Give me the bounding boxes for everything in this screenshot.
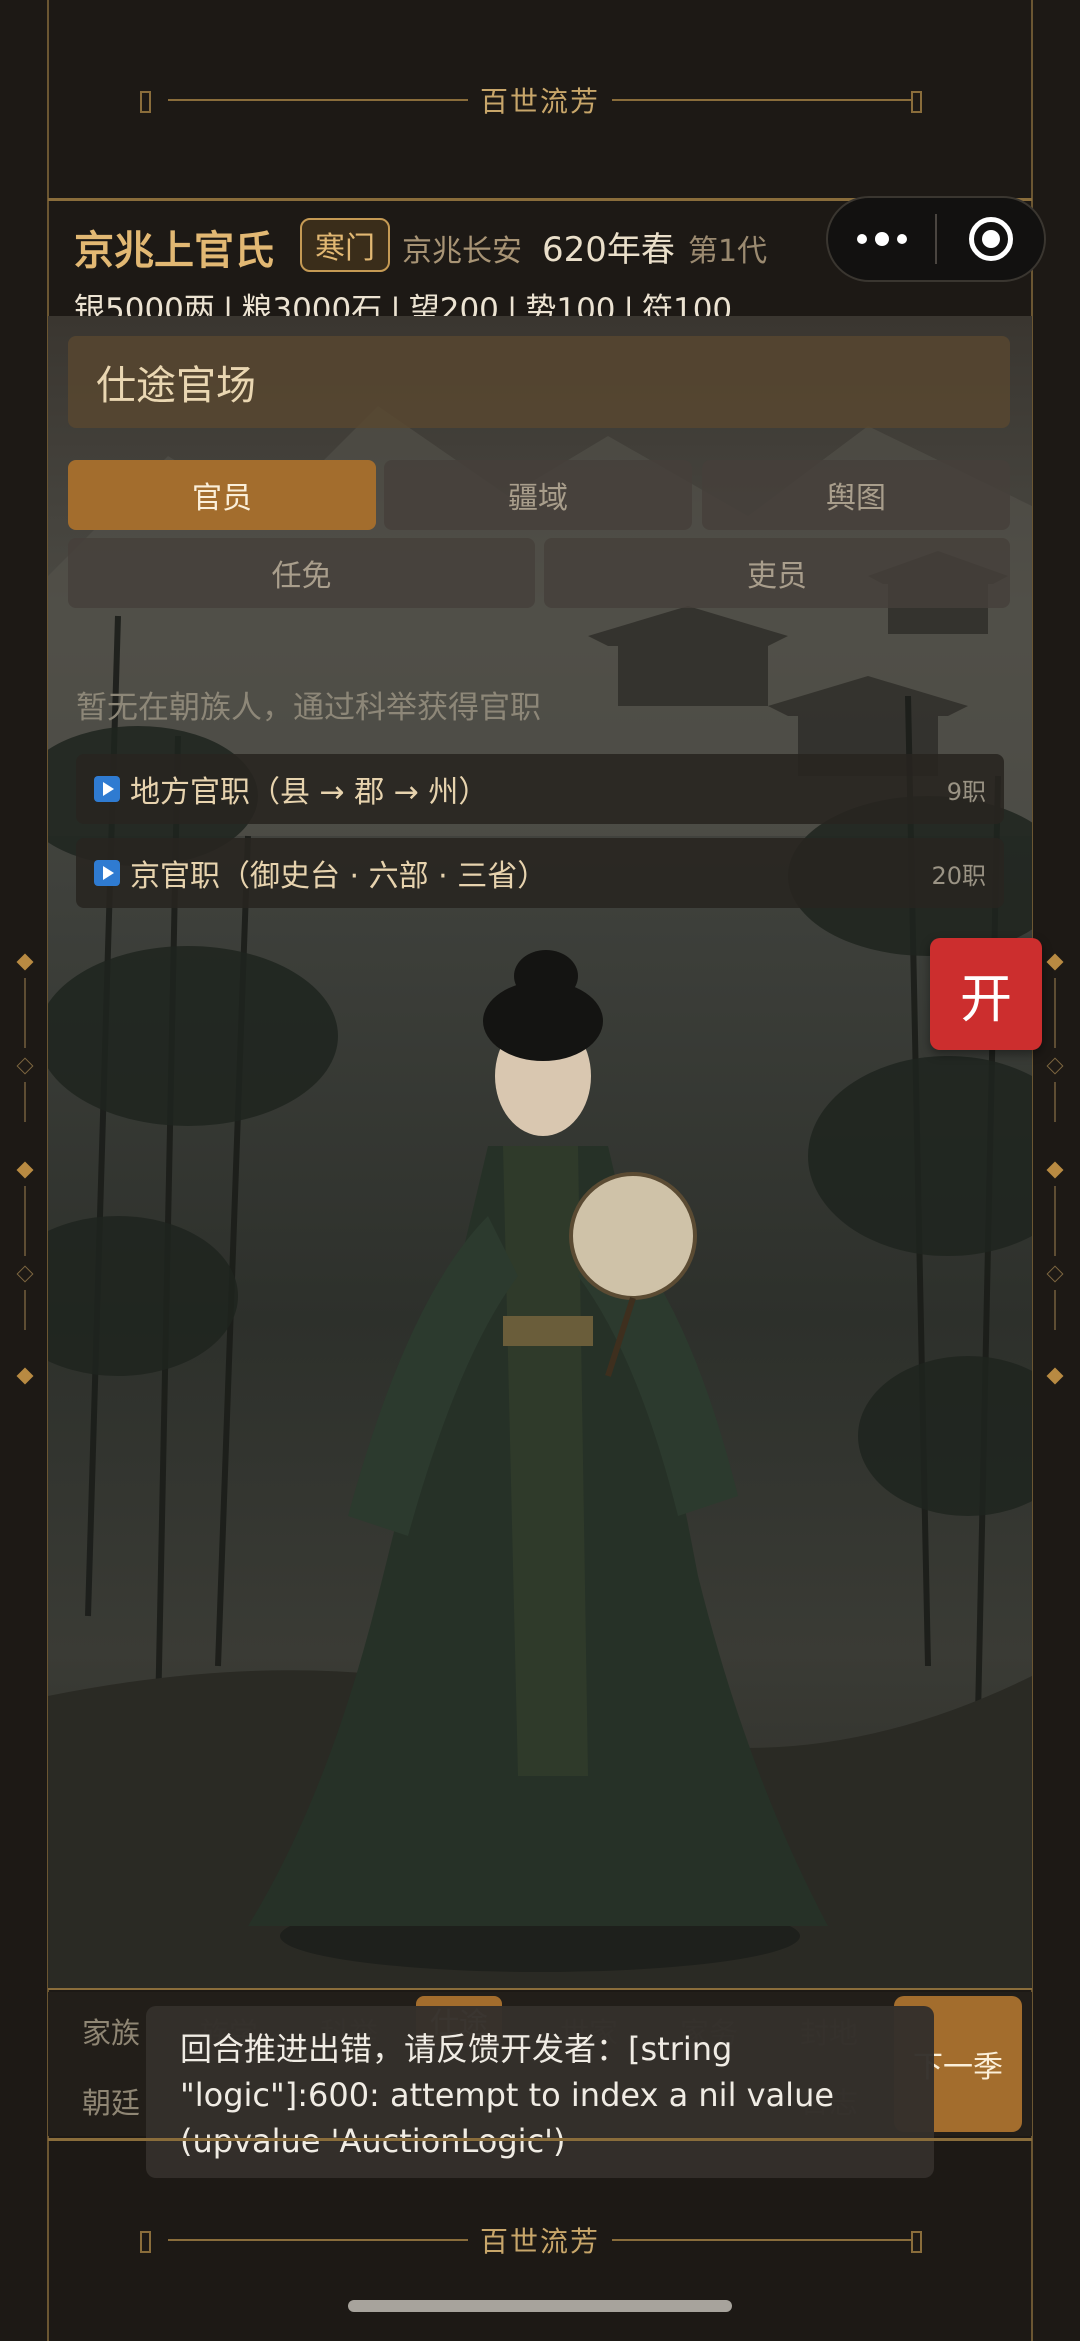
target-icon[interactable] — [937, 217, 1044, 261]
tab-officials[interactable]: 官员 — [68, 460, 376, 530]
panel-title: 仕途官场 — [68, 336, 1010, 428]
top-banner: 百世流芳 — [48, 0, 1032, 200]
category-count: 9职 — [946, 777, 986, 806]
more-dots-icon[interactable] — [828, 232, 935, 246]
right-side-ornament — [1044, 950, 1066, 1390]
category-local-offices[interactable]: 地方官职（县 → 郡 → 州） 9职 — [76, 754, 1004, 824]
nav-family[interactable]: 家族 — [82, 2010, 140, 2052]
banner-rule-right — [612, 91, 922, 113]
clan-name: 京兆上官氏 — [74, 228, 274, 274]
banner-rule-left — [139, 91, 468, 113]
tab-map[interactable]: 舆图 — [702, 460, 1010, 530]
category-capital-offices[interactable]: 京官职（御史台 · 六部 · 三省） 20职 — [76, 838, 1004, 908]
expand-arrow-icon — [94, 860, 120, 886]
tab-territory[interactable]: 疆域 — [384, 460, 692, 530]
left-side-ornament — [14, 950, 36, 1390]
clan-location: 京兆长安 — [402, 234, 522, 269]
nav-top-border — [48, 1988, 1032, 1990]
clan-rank-badge: 寒门 — [300, 218, 390, 272]
tab-clerks[interactable]: 吏员 — [544, 538, 1010, 608]
nav-court[interactable]: 朝廷 — [82, 2080, 140, 2122]
open-button[interactable]: 开 — [930, 938, 1042, 1050]
category-label: 地方官职（县 → 郡 → 州） — [130, 775, 489, 810]
miniprogram-capsule — [826, 196, 1046, 282]
banner-text: 百世流芳 — [479, 85, 600, 118]
current-year: 620年春 — [542, 230, 675, 270]
tab-appointments[interactable]: 任免 — [68, 538, 535, 608]
banner-rule-left — [139, 2231, 468, 2253]
category-count: 20职 — [931, 861, 986, 890]
empty-state-hint: 暂无在朝族人，通过科举获得官职 — [76, 690, 541, 726]
home-indicator[interactable] — [348, 2300, 732, 2312]
expand-arrow-icon — [94, 776, 120, 802]
category-label: 京官职（御史台 · 六部 · 三省） — [130, 859, 548, 894]
banner-text: 百世流芳 — [479, 2225, 600, 2258]
generation-label: 第1代 — [688, 234, 768, 269]
banner-rule-right — [612, 2231, 922, 2253]
